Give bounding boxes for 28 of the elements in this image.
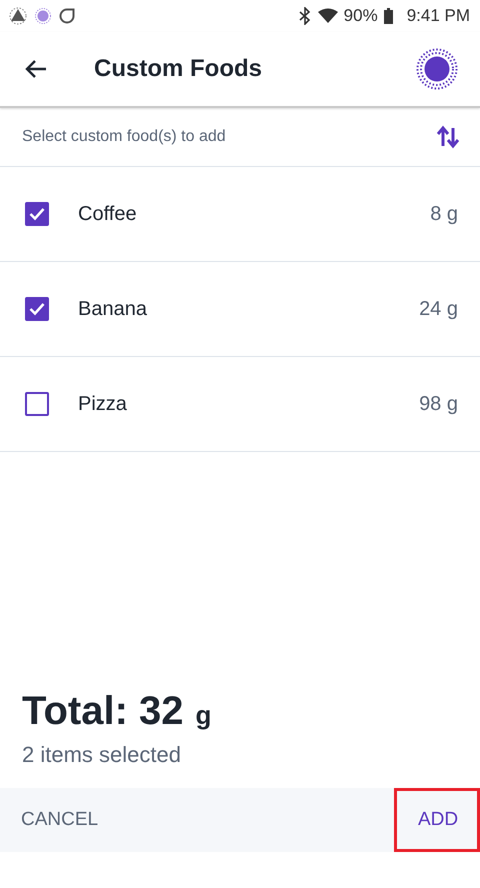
food-amount: 24 g [419,298,458,320]
food-name: Banana [78,298,148,320]
instruction-text: Select custom food(s) to add [22,128,227,146]
total-unit: g [196,700,212,731]
food-amount: 8 g [430,202,458,226]
total-amount: Total: 32 [22,689,184,734]
food-name: Coffee [78,202,138,226]
checkbox[interactable] [25,392,49,416]
circle-icon [34,7,52,25]
check-icon [29,302,45,316]
wifi-icon [318,8,338,24]
clock-time: 9:41 PM [406,6,470,26]
warning-icon [8,6,28,26]
battery-icon [384,8,393,24]
battery-level: 90% [344,6,378,26]
cancel-button[interactable]: CANCEL [0,788,120,852]
page-title: Custom Foods [94,55,263,83]
food-name: Pizza [78,392,128,416]
ring-icon [58,7,76,25]
checkbox[interactable] [25,202,49,226]
check-icon [29,207,45,221]
bluetooth-icon [298,7,312,25]
sort-icon[interactable] [436,125,460,149]
checkbox[interactable] [25,297,49,321]
food-amount: 98 g [419,392,458,416]
dotted-circle-icon[interactable] [416,48,458,90]
selected-count: 2 items selected [21,741,182,769]
add-button[interactable]: ADD [394,788,480,852]
